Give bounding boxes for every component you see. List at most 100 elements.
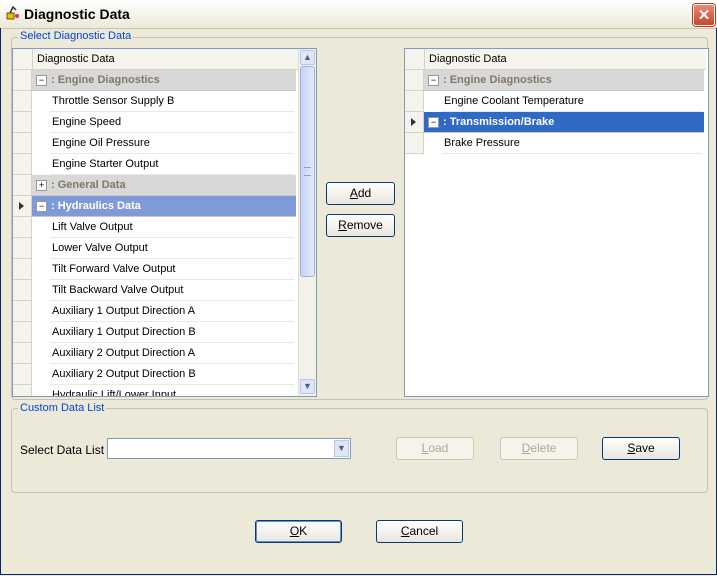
save-button-label: ave [635, 441, 655, 455]
row-text: : Engine Diagnostics [443, 74, 552, 86]
group-label: +: General Data [32, 175, 296, 196]
current-row-arrow-icon [411, 118, 416, 126]
collapse-icon[interactable]: − [428, 74, 439, 86]
row-text: Engine Coolant Temperature [444, 95, 584, 107]
row-text: Tilt Backward Valve Output [52, 284, 184, 296]
row-text: : Hydraulics Data [51, 200, 141, 212]
table-row[interactable]: Engine Starter Output [13, 154, 298, 175]
left-diagnostic-grid[interactable]: Diagnostic Data −: Engine Diagnostics Thr… [12, 48, 317, 397]
delete-button[interactable]: Delete [500, 437, 578, 460]
table-row[interactable]: Auxiliary 2 Output Direction B [13, 364, 298, 385]
group-row[interactable]: +: General Data [13, 175, 298, 196]
table-row[interactable]: Brake Pressure [405, 133, 706, 154]
row-text: Hydraulic Lift/Lower Input [52, 389, 177, 397]
table-row[interactable]: Hydraulic Lift/Lower Input [13, 385, 298, 397]
right-grid-header-label[interactable]: Diagnostic Data [424, 49, 706, 69]
right-grid-header: Diagnostic Data [405, 49, 706, 70]
row-selector[interactable] [13, 364, 32, 385]
title-bar: Diagnostic Data ✕ [0, 0, 717, 29]
row-selector[interactable] [13, 154, 32, 175]
item-label: Engine Starter Output [50, 154, 294, 175]
scroll-thumb[interactable] [300, 66, 315, 277]
close-icon[interactable]: ✕ [693, 4, 715, 26]
row-selector[interactable] [405, 91, 424, 112]
row-text: Lower Valve Output [52, 242, 148, 254]
save-button[interactable]: Save [602, 437, 680, 460]
add-button-label: dd [357, 186, 372, 200]
left-grid-scrollbar[interactable]: ▲ ▼ [298, 49, 316, 396]
table-row[interactable]: Lower Valve Output [13, 238, 298, 259]
chevron-down-icon[interactable]: ▼ [300, 379, 315, 394]
chevron-up-icon[interactable]: ▲ [300, 50, 315, 65]
row-selector[interactable] [13, 301, 32, 322]
item-label: Tilt Forward Valve Output [50, 259, 294, 280]
table-row[interactable]: Auxiliary 1 Output Direction B [13, 322, 298, 343]
group-row[interactable]: −: Hydraulics Data [13, 196, 298, 217]
row-selector[interactable] [13, 217, 32, 238]
collapse-icon[interactable]: − [36, 74, 47, 86]
table-row[interactable]: Tilt Forward Valve Output [13, 259, 298, 280]
cancel-button[interactable]: Cancel [376, 520, 463, 543]
table-row[interactable]: Auxiliary 2 Output Direction A [13, 343, 298, 364]
row-selector[interactable] [405, 70, 424, 91]
table-row[interactable]: Engine Oil Pressure [13, 133, 298, 154]
select-data-list-combo[interactable]: ▼ [107, 438, 351, 459]
cancel-button-label: ancel [409, 524, 439, 538]
item-label: Engine Coolant Temperature [442, 91, 702, 112]
row-selector[interactable] [405, 133, 424, 154]
row-text: Engine Speed [52, 116, 122, 128]
table-row[interactable]: Engine Coolant Temperature [405, 91, 706, 112]
add-button-mnemonic: A [349, 186, 358, 200]
table-row[interactable]: Engine Speed [13, 112, 298, 133]
row-selector[interactable] [405, 112, 424, 133]
row-selector[interactable] [13, 238, 32, 259]
left-grid-header: Diagnostic Data [13, 49, 298, 70]
row-selector[interactable] [13, 280, 32, 301]
select-diagnostic-data-legend: Select Diagnostic Data [18, 30, 134, 42]
custom-data-list-legend: Custom Data List [18, 402, 107, 414]
item-label: Lift Valve Output [50, 217, 294, 238]
load-button[interactable]: Load [396, 437, 474, 460]
row-selector[interactable] [13, 70, 32, 91]
collapse-icon[interactable]: − [428, 116, 439, 128]
ok-button-label: K [299, 524, 308, 538]
row-selector[interactable] [13, 133, 32, 154]
item-label: Engine Speed [50, 112, 294, 133]
row-text: Tilt Forward Valve Output [52, 263, 176, 275]
right-diagnostic-grid[interactable]: Diagnostic Data −: Engine Diagnostics Eng… [404, 48, 709, 397]
row-selector[interactable] [13, 112, 32, 133]
item-label: Auxiliary 2 Output Direction A [50, 343, 294, 364]
table-row[interactable]: Auxiliary 1 Output Direction A [13, 301, 298, 322]
item-label: Throttle Sensor Supply B [50, 91, 294, 112]
current-row-arrow-icon [19, 202, 24, 210]
expand-icon[interactable]: + [36, 179, 47, 191]
item-label: Hydraulic Lift/Lower Input [50, 385, 294, 397]
item-label: Tilt Backward Valve Output [50, 280, 294, 301]
row-text: Engine Starter Output [52, 158, 159, 170]
table-row[interactable]: Tilt Backward Valve Output [13, 280, 298, 301]
chevron-down-icon[interactable]: ▼ [334, 440, 349, 457]
table-row[interactable]: Throttle Sensor Supply B [13, 91, 298, 112]
row-selector[interactable] [13, 196, 32, 217]
delete-button-mnemonic: D [521, 441, 531, 455]
row-selector[interactable] [13, 91, 32, 112]
collapse-icon[interactable]: − [36, 200, 47, 212]
group-row[interactable]: −: Engine Diagnostics [405, 70, 706, 91]
row-selector[interactable] [13, 175, 32, 196]
row-selector[interactable] [13, 343, 32, 364]
add-button[interactable]: Add [326, 182, 395, 205]
remove-button-mnemonic: R [338, 218, 347, 232]
remove-button[interactable]: Remove [326, 214, 395, 237]
row-selector[interactable] [13, 322, 32, 343]
item-label: Auxiliary 1 Output Direction B [50, 322, 294, 343]
ok-button[interactable]: OK [255, 520, 342, 543]
window-title: Diagnostic Data [24, 6, 130, 22]
load-button-label: oad [428, 441, 449, 455]
row-selector[interactable] [13, 385, 32, 396]
group-label: −: Hydraulics Data [32, 196, 296, 217]
row-selector[interactable] [13, 259, 32, 280]
group-row[interactable]: −: Transmission/Brake [405, 112, 706, 133]
table-row[interactable]: Lift Valve Output [13, 217, 298, 238]
left-grid-header-label[interactable]: Diagnostic Data [32, 49, 298, 69]
group-row[interactable]: −: Engine Diagnostics [13, 70, 298, 91]
